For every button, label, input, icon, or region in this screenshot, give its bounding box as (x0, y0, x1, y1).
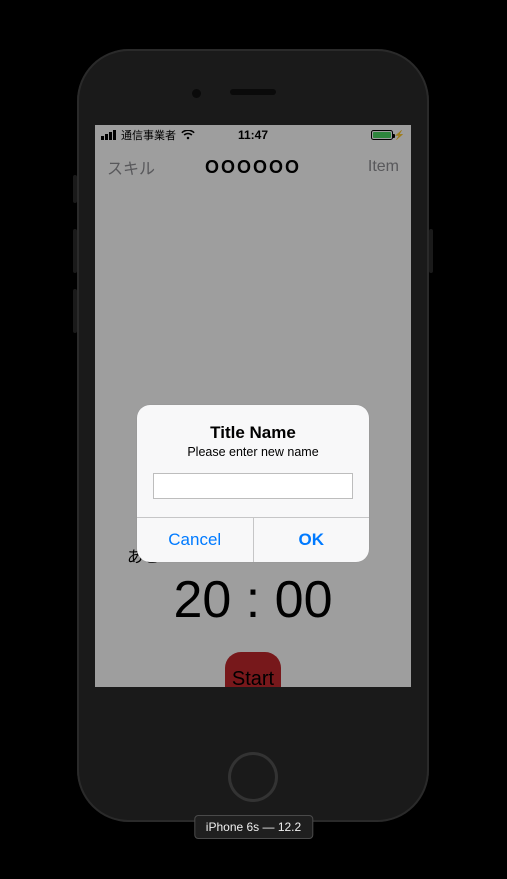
power-button (429, 229, 433, 273)
screen: 通信事業者 11:47 ⚡ スキル OOOOOO Item あと 20 : 00… (95, 125, 411, 687)
device-label: iPhone 6s — 12.2 (194, 815, 313, 839)
alert-text-input[interactable] (153, 473, 353, 499)
alert-buttons: Cancel OK (137, 517, 369, 562)
front-camera (192, 89, 201, 98)
phone-frame: 通信事業者 11:47 ⚡ スキル OOOOOO Item あと 20 : 00… (77, 49, 429, 822)
alert-message: Please enter new name (153, 445, 353, 459)
volume-up-button (73, 229, 77, 273)
alert-dialog: Title Name Please enter new name Cancel … (137, 405, 369, 562)
alert-body: Title Name Please enter new name (137, 405, 369, 517)
cancel-button[interactable]: Cancel (137, 518, 253, 562)
speaker-grille (230, 89, 276, 95)
ok-button[interactable]: OK (253, 518, 370, 562)
home-button[interactable] (228, 752, 278, 802)
volume-down-button (73, 289, 77, 333)
mute-switch (73, 175, 77, 203)
alert-title: Title Name (153, 423, 353, 443)
